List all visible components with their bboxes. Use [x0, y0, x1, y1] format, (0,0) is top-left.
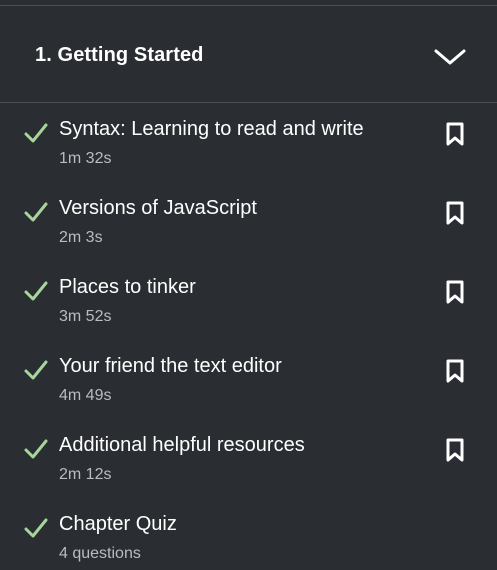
bookmark-icon[interactable] — [444, 437, 466, 463]
bookmark-icon[interactable] — [444, 358, 466, 384]
lesson-duration: 2m 12s — [59, 466, 112, 483]
checkmark-icon — [24, 202, 48, 222]
chevron-down-icon[interactable] — [433, 47, 467, 67]
lesson-duration: 1m 32s — [59, 150, 112, 167]
lesson-item[interactable]: Places to tinker 3m 52s — [0, 261, 497, 340]
lesson-duration: 2m 3s — [59, 229, 103, 246]
chapter-header[interactable]: 1. Getting Started — [0, 6, 497, 102]
chapter-title: 1. Getting Started — [35, 44, 204, 66]
lesson-item[interactable]: Additional helpful resources 2m 12s — [0, 419, 497, 498]
bookmark-icon[interactable] — [444, 121, 466, 147]
lesson-item[interactable]: Chapter Quiz 4 questions — [0, 498, 497, 570]
lesson-question-count: 4 questions — [59, 545, 141, 562]
lesson-duration: 3m 52s — [59, 308, 112, 325]
bookmark-icon[interactable] — [444, 279, 466, 305]
lesson-duration: 4m 49s — [59, 387, 112, 404]
lesson-item[interactable]: Syntax: Learning to read and write 1m 32… — [0, 103, 497, 182]
checkmark-icon — [24, 281, 48, 301]
lesson-title: Additional helpful resources — [59, 434, 305, 456]
lesson-title: Places to tinker — [59, 276, 196, 298]
lesson-title: Chapter Quiz — [59, 513, 177, 535]
lesson-item[interactable]: Versions of JavaScript 2m 3s — [0, 182, 497, 261]
lesson-item[interactable]: Your friend the text editor 4m 49s — [0, 340, 497, 419]
bookmark-icon[interactable] — [444, 200, 466, 226]
lesson-title: Syntax: Learning to read and write — [59, 118, 364, 140]
checkmark-icon — [24, 518, 48, 538]
checkmark-icon — [24, 123, 48, 143]
checkmark-icon — [24, 439, 48, 459]
lesson-title: Your friend the text editor — [59, 355, 282, 377]
checkmark-icon — [24, 360, 48, 380]
lesson-title: Versions of JavaScript — [59, 197, 257, 219]
